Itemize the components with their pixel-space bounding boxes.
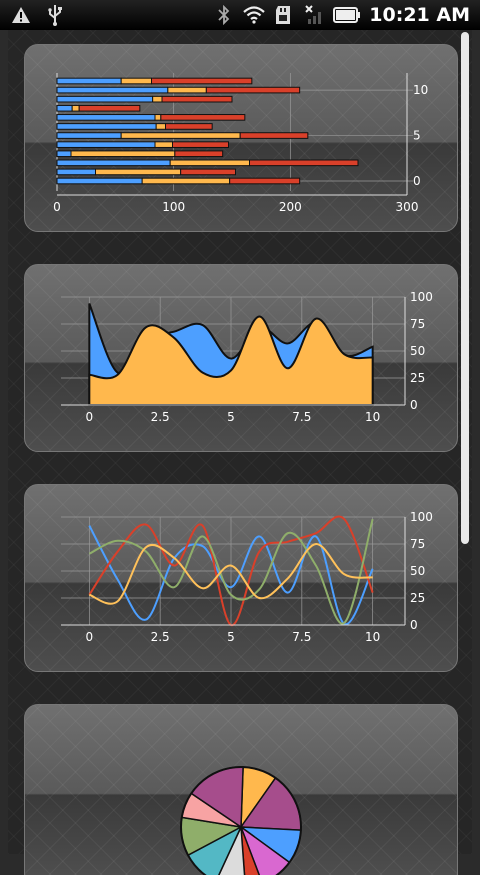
vertical-scrollbar[interactable] — [461, 32, 469, 544]
bar-segment — [239, 132, 309, 139]
y-tick-label: 50 — [410, 564, 425, 578]
area-chart-card: 0 2.5 5 7.5 10 0 25 50 75 100 — [24, 264, 458, 452]
y-tick-label: 25 — [410, 371, 425, 385]
bar-segment — [56, 114, 156, 121]
x-tick-label: 100 — [162, 200, 185, 214]
bar-segment — [71, 104, 80, 112]
bar-segment — [249, 159, 359, 167]
bar-segment — [70, 150, 176, 158]
line-chart-card: 0 2.5 5 7.5 10 0 25 50 75 100 — [24, 484, 458, 672]
status-time: 10:21 AM — [369, 4, 470, 26]
bar-chart-card: 0 100 200 300 0 5 10 — [24, 44, 458, 232]
x-tick-label: 7.5 — [292, 630, 311, 644]
y-tick-label: 100 — [410, 290, 433, 304]
y-tick-label: 0 — [410, 398, 418, 412]
bar-segment — [229, 177, 301, 185]
bar-segment — [56, 123, 157, 130]
y-tick-label: 50 — [410, 344, 425, 358]
y-tick-label: 0 — [413, 174, 421, 188]
x-tick-label: 5 — [227, 630, 235, 644]
bar-segment — [120, 132, 241, 139]
y-tick-label: 10 — [413, 83, 428, 97]
bar-segment — [172, 141, 229, 148]
bar-segment — [56, 77, 122, 85]
bar-segment — [56, 177, 143, 185]
bar-segment — [56, 168, 96, 176]
bar-segment — [56, 150, 72, 158]
x-tick-label: 0 — [86, 410, 94, 424]
x-tick-label: 5 — [227, 410, 235, 424]
x-tick-label: 7.5 — [292, 410, 311, 424]
y-tick-label: 5 — [413, 129, 421, 143]
bar-segment — [161, 95, 233, 103]
sd-card-icon — [273, 4, 295, 26]
pie-chart-card — [24, 704, 458, 875]
y-tick-label: 75 — [410, 537, 425, 551]
y-tick-label: 100 — [410, 510, 433, 524]
bar-segment — [120, 77, 152, 85]
bar-segment — [174, 150, 224, 158]
usb-icon[interactable] — [44, 4, 66, 26]
bar-segment — [56, 104, 73, 112]
bar-segment — [56, 141, 156, 148]
bluetooth-icon — [213, 4, 235, 26]
bar-segment — [167, 86, 207, 94]
area-chart: 0 2.5 5 7.5 100255075100 — [61, 290, 433, 424]
bar-segment — [151, 77, 253, 85]
x-tick-label: 2.5 — [151, 630, 170, 644]
wifi-icon — [243, 4, 266, 26]
line-chart: 0 2.5 5 7.5 100255075100 — [61, 510, 433, 644]
bar-segment — [56, 95, 154, 103]
x-tick-label: 0 — [53, 200, 61, 214]
bar-segment — [56, 86, 169, 94]
bar-segment — [154, 141, 173, 148]
bar-segment — [180, 168, 237, 176]
signal-off-icon — [303, 4, 325, 26]
bar-segment — [205, 86, 301, 94]
x-tick-label: 10 — [365, 630, 380, 644]
x-tick-label: 300 — [396, 200, 419, 214]
bar-segment — [78, 104, 141, 112]
warning-icon[interactable] — [10, 4, 32, 26]
status-bar: 10:21 AM — [0, 0, 480, 30]
chart-scroll-view[interactable]: 0 100 200 300 0 5 10 0 2.5 5 7.5 10 0 25 50 75 100 0 2.5… — [8, 30, 472, 875]
bar-segment — [160, 114, 246, 121]
battery-icon — [333, 4, 361, 26]
x-tick-label: 10 — [365, 410, 380, 424]
bar-segment — [169, 159, 251, 167]
bar-segment — [141, 177, 231, 185]
bar-segment — [165, 123, 213, 130]
x-tick-label: 200 — [279, 200, 302, 214]
bar-segment — [155, 123, 167, 130]
bar-segment — [152, 95, 163, 103]
y-tick-label: 25 — [410, 591, 425, 605]
x-tick-label: 0 — [86, 630, 94, 644]
y-tick-label: 75 — [410, 317, 425, 331]
bar-segment — [154, 114, 162, 121]
pie-chart — [180, 766, 302, 875]
bar-segment — [56, 132, 122, 139]
y-tick-label: 0 — [410, 618, 418, 632]
bar-chart: 0 100 200 300 0 5 10 — [53, 73, 428, 214]
bar-segment — [56, 159, 171, 167]
bar-segment — [95, 168, 182, 176]
x-tick-label: 2.5 — [151, 410, 170, 424]
